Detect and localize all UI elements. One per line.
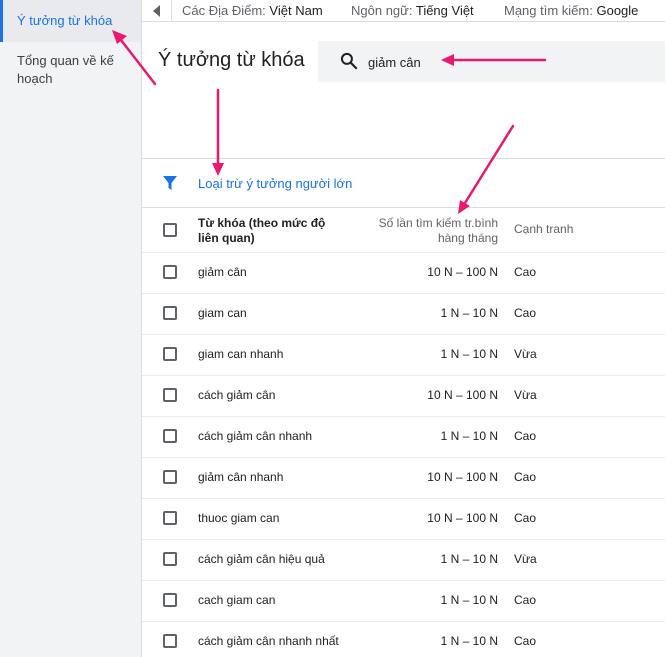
- competition-cell: Cao: [514, 634, 537, 648]
- competition-cell: Cao: [514, 429, 537, 443]
- table-row: cách giảm cân nhanh 1 N – 10 N Cao: [142, 416, 665, 457]
- row-checkbox[interactable]: [163, 265, 177, 279]
- competition-cell: Cao: [514, 265, 537, 279]
- table-row: cach giam can 1 N – 10 N Cao: [142, 580, 665, 621]
- filter-funnel-icon[interactable]: [162, 175, 178, 191]
- location-key: Các Địa Điểm:: [182, 3, 266, 18]
- column-header-keyword[interactable]: Từ khóa (theo mức độ liên quan): [198, 216, 328, 246]
- competition-cell: Vừa: [514, 388, 537, 402]
- keyword-cell: giảm cân nhanh: [198, 470, 284, 484]
- keyword-cell: cách giảm cân: [198, 388, 276, 402]
- sidebar-item-label: Tổng quan về kế hoạch: [17, 53, 114, 86]
- row-checkbox[interactable]: [163, 429, 177, 443]
- caret-left-icon: [153, 5, 160, 17]
- table-row: giam can nhanh 1 N – 10 N Vừa: [142, 334, 665, 375]
- keyword-cell: cách giảm cân hiệu quả: [198, 552, 325, 566]
- keyword-cell: cach giam can: [198, 593, 276, 607]
- sidebar-item-keyword-ideas[interactable]: Ý tưởng từ khóa: [0, 0, 141, 42]
- row-checkbox[interactable]: [163, 511, 177, 525]
- network-key: Mạng tìm kiếm:: [504, 3, 593, 18]
- language-key: Ngôn ngữ:: [351, 3, 413, 18]
- row-checkbox[interactable]: [163, 470, 177, 484]
- location-filter[interactable]: Các Địa Điểm: Việt Nam: [182, 3, 323, 18]
- keyword-cell: cách giảm cân nhanh nhất: [198, 634, 339, 648]
- competition-cell: Cao: [514, 470, 537, 484]
- sidebar-item-label: Ý tưởng từ khóa: [17, 13, 113, 28]
- column-header-competition[interactable]: Cạnh tranh: [514, 222, 573, 237]
- language-filter[interactable]: Ngôn ngữ: Tiếng Việt: [351, 3, 474, 18]
- network-filter[interactable]: Mạng tìm kiếm: Google: [504, 3, 638, 18]
- table-row: giảm cân 10 N – 100 N Cao: [142, 252, 665, 293]
- keyword-cell: giam can: [198, 306, 247, 320]
- volume-cell: 10 N – 100 N: [427, 511, 498, 525]
- row-checkbox[interactable]: [163, 306, 177, 320]
- competition-cell: Vừa: [514, 552, 537, 566]
- search-input[interactable]: [368, 52, 628, 72]
- volume-cell: 10 N – 100 N: [427, 388, 498, 402]
- sidebar: Ý tưởng từ khóa Tổng quan về kế hoạch: [0, 0, 142, 657]
- table-row: giảm cân nhanh 10 N – 100 N Cao: [142, 457, 665, 498]
- column-header-search-volume[interactable]: Số lần tìm kiếm tr.bình hàng tháng: [360, 216, 498, 246]
- row-checkbox[interactable]: [163, 347, 177, 361]
- competition-cell: Vừa: [514, 347, 537, 361]
- filter-row: Loại trừ ý tưởng người lớn: [142, 159, 665, 207]
- page-title: Ý tưởng từ khóa: [158, 49, 305, 71]
- table-row: cách giảm cân nhanh nhất 1 N – 10 N Cao: [142, 621, 665, 657]
- volume-cell: 1 N – 10 N: [440, 306, 498, 320]
- table-row: cách giảm cân hiệu quả 1 N – 10 N Vừa: [142, 539, 665, 580]
- sidebar-item-plan-overview[interactable]: Tổng quan về kế hoạch: [0, 52, 141, 88]
- divider: [142, 207, 665, 208]
- language-value: Tiếng Việt: [415, 3, 474, 18]
- volume-cell: 1 N – 10 N: [440, 347, 498, 361]
- select-all-checkbox[interactable]: [163, 223, 177, 237]
- row-checkbox[interactable]: [163, 593, 177, 607]
- volume-cell: 1 N – 10 N: [440, 552, 498, 566]
- volume-cell: 10 N – 100 N: [427, 470, 498, 484]
- volume-cell: 1 N – 10 N: [440, 634, 498, 648]
- keyword-cell: giam can nhanh: [198, 347, 284, 361]
- table-row: thuoc giam can 10 N – 100 N Cao: [142, 498, 665, 539]
- location-value: Việt Nam: [269, 3, 323, 18]
- table-row: giam can 1 N – 10 N Cao: [142, 293, 665, 334]
- keyword-cell: cách giảm cân nhanh: [198, 429, 313, 443]
- table-row: cách giảm cân 10 N – 100 N Vừa: [142, 375, 665, 416]
- volume-cell: 1 N – 10 N: [440, 429, 498, 443]
- volume-cell: 1 N – 10 N: [440, 593, 498, 607]
- competition-cell: Cao: [514, 511, 537, 525]
- collapse-sidebar-button[interactable]: [142, 0, 172, 22]
- row-checkbox[interactable]: [163, 634, 177, 648]
- exclude-adult-ideas-link[interactable]: Loại trừ ý tưởng người lớn: [198, 176, 352, 191]
- competition-cell: Cao: [514, 593, 537, 607]
- competition-cell: Cao: [514, 306, 537, 320]
- search-icon: [340, 52, 358, 70]
- network-value: Google: [596, 3, 639, 18]
- keyword-search-box[interactable]: [318, 41, 665, 82]
- volume-cell: 10 N – 100 N: [427, 265, 498, 279]
- row-checkbox[interactable]: [163, 552, 177, 566]
- row-checkbox[interactable]: [163, 388, 177, 402]
- keyword-cell: giảm cân: [198, 265, 247, 279]
- keyword-cell: thuoc giam can: [198, 511, 280, 525]
- targeting-bar: Các Địa Điểm: Việt Nam Ngôn ngữ: Tiếng V…: [142, 0, 665, 22]
